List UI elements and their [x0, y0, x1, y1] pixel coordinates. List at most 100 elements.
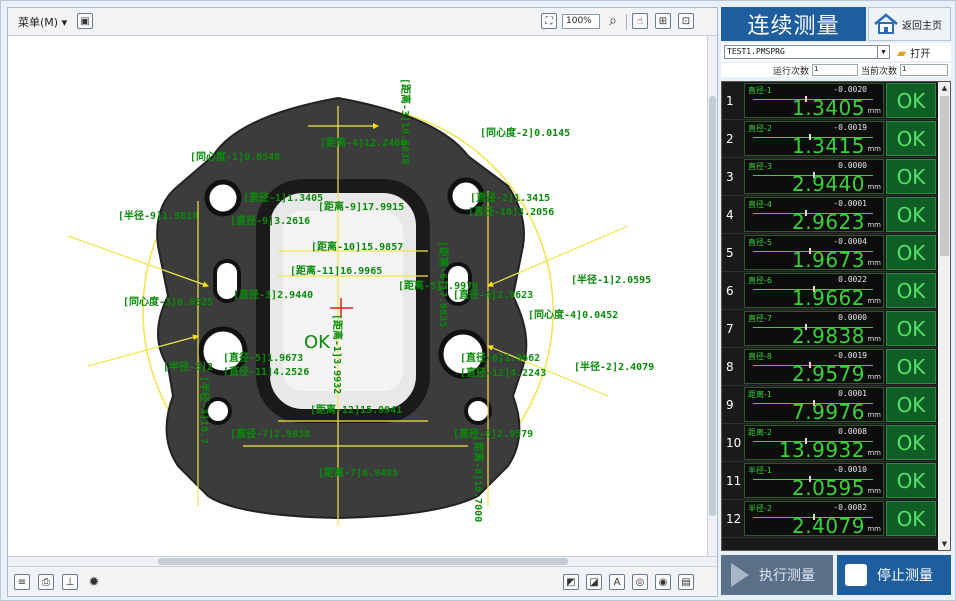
canvas-horizontal-scrollbar[interactable] [8, 556, 717, 566]
ruler-icon[interactable]: ⊥ [62, 574, 78, 590]
annotation-label[interactable]: [半径-3]2 [163, 360, 213, 373]
target-icon[interactable]: ◎ [632, 574, 648, 590]
measurement-value: 2.9838 [792, 324, 865, 348]
measurement-name: 直径-8 [748, 352, 772, 361]
measurement-cell: 直径-2 -0.0019 1.3415 mm [744, 121, 884, 158]
annotation-label-vertical[interactable]: [距离-6]17.9835 [437, 241, 450, 327]
program-file-select[interactable]: TEST1.PMSPRG ▼ [724, 45, 890, 59]
measurement-canvas[interactable]: OK [距离-4]12.2400 [同心度-2]0.0145 [同心度-1]0.… [8, 36, 707, 556]
annotation-label[interactable]: [同心度-1]0.0548 [190, 150, 280, 163]
annotation-label[interactable]: [直径-5]1.9673 [223, 351, 303, 364]
measurement-row[interactable]: 12 半径-2 -0.0082 2.4079 mm OK [722, 500, 938, 538]
execute-measure-button[interactable]: 执行测量 [721, 555, 833, 595]
annotation-label[interactable]: [直径-10]3.2056 [468, 205, 554, 218]
chevron-down-icon[interactable]: ▼ [877, 46, 889, 58]
measurement-deviation: 0.0008 [838, 427, 867, 436]
canvas-vertical-scrollbar[interactable] [707, 36, 717, 556]
home-icon [874, 13, 898, 34]
image-text-icon[interactable]: A [609, 574, 625, 590]
fit-screen-icon[interactable]: ⛶ [541, 13, 557, 29]
stop-measure-button[interactable]: 停止测量 [837, 555, 951, 595]
measurement-deviation: -0.0019 [833, 351, 867, 360]
annotation-label-vertical[interactable]: [距离-1]3.9932 [331, 314, 344, 394]
zoom-fit-icon[interactable]: ⊞ [655, 13, 671, 29]
menu-button[interactable]: 菜单(M) ▾ [18, 14, 67, 30]
annotation-label[interactable]: [直径-4]2.9623 [453, 288, 533, 301]
annotation-label[interactable]: [直径-12]4.2243 [460, 366, 546, 379]
measurement-row[interactable]: 1 直径-1 -0.0020 1.3405 mm OK [722, 82, 938, 120]
measurement-deviation: -0.0020 [833, 85, 867, 94]
annotation-label[interactable]: [距离-7]6.9495 [318, 466, 398, 479]
measurement-cell: 距离-2 0.0008 13.9932 mm [744, 425, 884, 462]
annotation-label[interactable]: [半径-9]1.9810 [118, 209, 198, 222]
annotation-label[interactable]: [同心度-4]0.0452 [528, 308, 618, 321]
annotation-label[interactable]: [距离-9]17.9915 [318, 200, 404, 213]
measurement-row[interactable]: 2 直径-2 -0.0019 1.3415 mm OK [722, 120, 938, 158]
image-settings-icon[interactable]: ◪ [586, 574, 602, 590]
image-zoom-icon[interactable]: ◩ [563, 574, 579, 590]
scroll-thumb[interactable] [709, 96, 716, 516]
result-badge: OK [886, 463, 936, 498]
measurement-row[interactable]: 9 距离-1 0.0001 7.9976 mm OK [722, 386, 938, 424]
measurement-row[interactable]: 3 直径-3 0.0000 2.9440 mm OK [722, 158, 938, 196]
scroll-thumb[interactable] [940, 96, 949, 256]
hand-pan-icon[interactable]: ☝ [632, 13, 648, 29]
measurement-row[interactable]: 6 直径-6 0.0022 1.9662 mm OK [722, 272, 938, 310]
annotation-label[interactable]: [距离-10]15.9857 [311, 240, 403, 253]
measurement-value: 1.3405 [792, 96, 865, 120]
scroll-down-icon[interactable]: ▼ [938, 538, 950, 550]
measurement-unit: mm [867, 107, 881, 115]
annotation-label[interactable]: [直径-11]4.2526 [223, 365, 309, 378]
measurement-row[interactable]: 10 距离-2 0.0008 13.9932 mm OK [722, 424, 938, 462]
run-count-input[interactable]: 1 [812, 64, 858, 76]
annotation-label[interactable]: [距离-4]12.2400 [320, 136, 406, 149]
measurement-name: 直径-3 [748, 162, 772, 171]
annotation-label[interactable]: [直径-9]3.2616 [230, 214, 310, 227]
zoom-region-icon[interactable]: ⊡ [678, 13, 694, 29]
measurement-row[interactable]: 8 直径-8 -0.0019 2.9579 mm OK [722, 348, 938, 386]
annotation-label-vertical[interactable]: [距离-8]10.7000 [472, 436, 485, 522]
list-icon[interactable]: ≡ [14, 574, 30, 590]
home-button[interactable]: 返回主页 [868, 7, 951, 41]
hole-1 [204, 179, 242, 217]
camera-icon[interactable]: ◉ [655, 574, 671, 590]
list-scrollbar[interactable]: ▲ ▼ [938, 82, 950, 550]
scroll-thumb[interactable] [158, 558, 568, 565]
search-icon[interactable]: ⌕ [605, 13, 621, 29]
report-icon[interactable]: ▤ [678, 574, 694, 590]
result-badge: OK [886, 425, 936, 460]
annotation-label[interactable]: [半径-1]2.0595 [571, 273, 651, 286]
result-badge: OK [886, 311, 936, 346]
annotation-label[interactable]: [距离-11]16.9965 [290, 264, 382, 277]
annotation-label[interactable]: [半径-2]2.4079 [574, 360, 654, 373]
measurement-panel: 连续测量 返回主页 TEST1.PMSPRG ▼ ▰ 打开 运行次数 1 当前次… [721, 7, 951, 597]
viewer-bottom-toolbar: ≡ ⎙ ⊥ ✹ ◩ ◪ A ◎ ◉ ▤ [8, 566, 717, 596]
annotation-label[interactable]: [直径-3]2.9440 [233, 288, 313, 301]
measurement-row[interactable]: 11 半径-1 -0.0010 2.0595 mm OK [722, 462, 938, 500]
measurement-row[interactable]: 5 直径-5 -0.0004 1.9673 mm OK [722, 234, 938, 272]
zoom-input[interactable]: 100% [562, 14, 600, 29]
open-button[interactable]: ▰ 打开 [897, 45, 930, 61]
annotation-label[interactable]: [同心度-3]0.0325 [123, 295, 213, 308]
annotation-label[interactable]: [直径-6]1.9662 [460, 351, 540, 364]
scroll-up-icon[interactable]: ▲ [938, 82, 950, 94]
measurement-row[interactable]: 4 直径-4 -0.0001 2.9623 mm OK [722, 196, 938, 234]
row-index: 6 [726, 283, 734, 298]
annotation-label[interactable]: [直径-8]2.9579 [453, 427, 533, 440]
measurement-value: 2.0595 [792, 476, 865, 500]
result-badge: OK [886, 83, 936, 118]
save-icon[interactable]: ▣ [77, 13, 93, 29]
measurement-row[interactable]: 7 直径-7 0.0000 2.9838 mm OK [722, 310, 938, 348]
measurement-value: 2.4079 [792, 514, 865, 538]
light-icon[interactable]: ✹ [86, 574, 102, 590]
annotation-label[interactable]: [同心度-2]0.0145 [480, 126, 570, 139]
print-icon[interactable]: ⎙ [38, 574, 54, 590]
annotation-label-vertical[interactable]: [半径-3]10.7 [198, 376, 211, 444]
current-count-label: 当前次数 [861, 67, 898, 77]
annotation-label[interactable]: [直径-7]2.9838 [230, 427, 310, 440]
annotation-label[interactable]: [直径-2]1.3415 [470, 191, 550, 204]
annotation-label[interactable]: [直径-1]1.3405 [243, 191, 323, 204]
measurement-name: 直径-4 [748, 200, 772, 209]
annotation-label[interactable]: [距离-12]15.9941 [310, 403, 402, 416]
annotation-label-vertical[interactable]: [距离-3]10.6838 [399, 78, 412, 164]
